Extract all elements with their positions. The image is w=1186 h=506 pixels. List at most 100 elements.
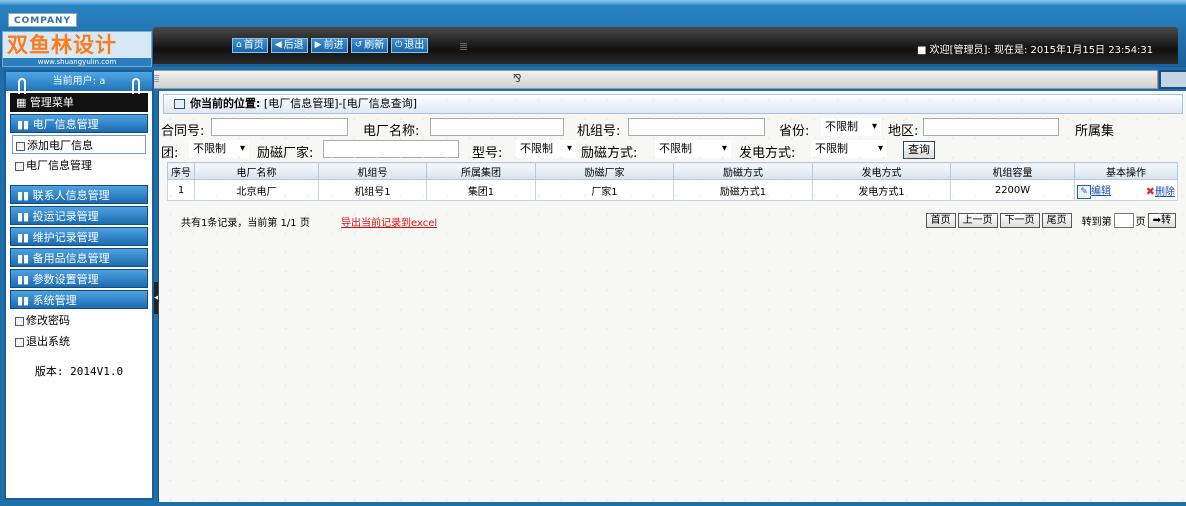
unit-no-label: 机组号:	[577, 124, 621, 139]
contract-no-label: 合同号:	[161, 124, 205, 139]
breadcrumb: 你当前的位置: [电厂信息管理]-[电厂信息查询]	[163, 94, 1183, 114]
table-footer: 共有1条记录，当前第 1/1 页 导出当前记录到excel 首页 上一页 下一页…	[167, 212, 1178, 230]
prev-page-button[interactable]: 上一页	[957, 213, 998, 228]
version-text: 版本: 2014V1.0	[34, 365, 124, 378]
sidebar-section-spares[interactable]: ▮▮ 备用品信息管理	[10, 248, 148, 267]
home-label: 首页	[243, 40, 264, 51]
forward-button[interactable]: ▶ 前进	[310, 38, 348, 53]
col-header: 励磁方式	[673, 162, 813, 180]
hook-icon	[18, 78, 26, 94]
table-row: 1 北京电厂 机组号1 集团1 厂家1 励磁方式1 发电方式1 2200W ✎ 编…	[167, 179, 1178, 201]
power-icon: ⏻	[395, 40, 403, 50]
home-button[interactable]: ⌂ 首页	[232, 38, 268, 53]
region-label: 地区:	[888, 124, 919, 139]
section-label: 备用品信息管理	[32, 252, 110, 265]
refresh-button[interactable]: ↺ 刷新	[350, 38, 389, 53]
model-select[interactable]: 不限制	[516, 140, 576, 158]
sidebar-item-change-password[interactable]: 修改密码	[12, 311, 146, 330]
exc-mode-label: 励磁方式:	[581, 146, 638, 161]
sidebar-section-maintenance[interactable]: ▮▮ 维护记录管理	[10, 227, 148, 246]
delete-icon[interactable]: ✖	[1146, 185, 1155, 198]
contract-no-input[interactable]	[211, 118, 348, 136]
plant-table: 序号 电厂名称 机组号 所属集团 励磁厂家 励磁方式 发电方式 机组容量 基本操…	[167, 162, 1178, 201]
back-button[interactable]: ◀ 后退	[270, 38, 308, 53]
toggle-header-icon[interactable]: ⅋	[513, 72, 522, 85]
sidebar-item-logout[interactable]: 退出系统	[12, 332, 146, 351]
sidebar: 当前用户: a ▦ 管理菜单 ▮▮ 电厂信息管理 添加电厂信息 电厂信息管理 ▮…	[4, 70, 154, 500]
plant-name-input[interactable]	[430, 118, 564, 136]
back-label: 后退	[283, 40, 304, 51]
sidebar-section-contacts[interactable]: ▮▮ 联系人信息管理	[10, 185, 148, 204]
delete-link[interactable]: 删除	[1155, 187, 1175, 198]
welcome-text: ■ 欢迎[管理员]: 现在是: 2015年1月15日 23:54:31	[917, 45, 1154, 56]
edit-link[interactable]: 编辑	[1091, 186, 1111, 197]
pager: 首页 上一页 下一页 尾页 转到第 页 ➡转	[925, 213, 1176, 228]
right-panel-edge	[1159, 70, 1186, 89]
model-label: 型号:	[472, 146, 503, 161]
goto-label: 转到第	[1081, 217, 1112, 228]
sidebar-section-params[interactable]: ▮▮ 参数设置管理	[10, 269, 148, 288]
page-label: 页	[1135, 217, 1146, 228]
refresh-label: 刷新	[364, 40, 385, 51]
section-label: 电厂信息管理	[32, 118, 99, 131]
col-header: 电厂名称	[194, 162, 319, 180]
cell-plant-name: 北京电厂	[194, 179, 319, 201]
cell-exc-mode: 励磁方式1	[673, 179, 813, 201]
cell-unit-no: 机组号1	[318, 179, 427, 201]
first-page-button[interactable]: 首页	[925, 213, 956, 228]
home-icon: ⌂	[236, 40, 242, 50]
section-label: 系统管理	[32, 294, 77, 307]
goto-page-input[interactable]	[1113, 213, 1134, 228]
section-label: 投运记录管理	[32, 210, 99, 223]
back-icon: ◀	[274, 40, 282, 50]
query-button[interactable]: 查询	[903, 141, 935, 159]
sidebar-section-commission[interactable]: ▮▮ 投运记录管理	[10, 206, 148, 225]
cell-exciter-maker: 厂家1	[535, 179, 674, 201]
section-label: 维护记录管理	[32, 231, 99, 244]
last-page-button[interactable]: 尾页	[1041, 213, 1072, 228]
plant-name-label: 电厂名称:	[363, 124, 420, 139]
group-select[interactable]: 不限制	[189, 140, 249, 158]
cell-group: 集团1	[426, 179, 536, 201]
menu-title: ▦ 管理菜单	[10, 93, 148, 112]
table-header-row: 序号 电厂名称 机组号 所属集团 励磁厂家 励磁方式 发电方式 机组容量 基本操…	[167, 162, 1178, 180]
col-header: 机组号	[318, 162, 427, 180]
sidebar-section-plant[interactable]: ▮▮ 电厂信息管理	[10, 114, 148, 133]
logout-button[interactable]: ⏻ 退出	[391, 38, 429, 53]
go-button[interactable]: ➡转	[1147, 213, 1176, 228]
record-info: 共有1条记录，当前第 1/1 页	[181, 218, 310, 229]
province-select[interactable]: 不限制	[821, 118, 881, 136]
gen-mode-label: 发电方式:	[739, 146, 796, 161]
region-input[interactable]	[923, 118, 1059, 136]
sidebar-item-add-plant[interactable]: 添加电厂信息	[12, 135, 146, 154]
menu-title-label: 管理菜单	[29, 96, 74, 109]
current-user: 当前用户: a	[52, 76, 106, 87]
location-icon	[174, 99, 185, 109]
col-header: 发电方式	[812, 162, 951, 180]
exc-mode-select[interactable]: 不限制	[655, 140, 731, 158]
content-top-bar: ≣ ⅋	[148, 70, 1158, 89]
cell-gen-mode: 发电方式1	[812, 179, 951, 201]
next-page-button[interactable]: 下一页	[999, 213, 1040, 228]
col-header: 基本操作	[1074, 162, 1178, 180]
exciter-maker-input[interactable]	[323, 140, 459, 158]
group-label-b: 团:	[161, 146, 179, 161]
exciter-maker-label: 励磁厂家:	[257, 146, 314, 161]
refresh-icon: ↺	[354, 40, 363, 50]
cell-ops: ✎ 编辑 ✖删除	[1074, 179, 1178, 201]
current-user-bar: 当前用户: a	[6, 72, 152, 94]
logo-text: 双鱼林设计	[7, 32, 117, 57]
logo-url: www.shuangyulin.com	[3, 58, 151, 66]
sidebar-section-system[interactable]: ▮▮ 系统管理	[10, 290, 148, 309]
cell-index: 1	[167, 179, 195, 201]
logo: 双鱼林设计 www.shuangyulin.com	[2, 31, 152, 67]
section-label: 参数设置管理	[32, 273, 99, 286]
location-label: 你当前的位置:	[190, 97, 261, 110]
main-content: 你当前的位置: [电厂信息管理]-[电厂信息查询] 合同号: 电厂名称: 机组号…	[158, 91, 1186, 502]
edit-icon[interactable]: ✎	[1077, 184, 1091, 199]
gen-mode-select[interactable]: 不限制	[811, 140, 887, 158]
sidebar-item-plant-manage[interactable]: 电厂信息管理	[12, 156, 146, 175]
group-label-a: 所属集	[1075, 124, 1115, 139]
export-excel-link[interactable]: 导出当前记录到excel	[341, 214, 437, 229]
unit-no-input[interactable]	[628, 118, 765, 136]
